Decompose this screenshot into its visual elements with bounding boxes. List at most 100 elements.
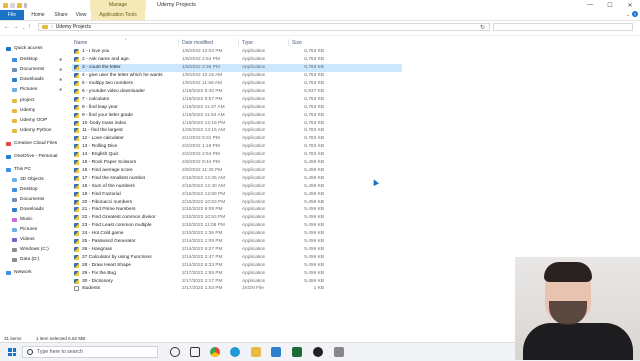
windows-start-icon[interactable] [8,348,16,356]
file-row[interactable]: 8 - find leap year 1/19/2022 11:37 AM Appl… [72,103,402,111]
file-row[interactable]: 26 - Hangman 2/14/2022 5:27 PM Application… [72,246,402,254]
nav-item[interactable]: Desktop [12,185,38,194]
file-row[interactable]: 12 - Love calculator 2/1/2022 9:31 PM Appl… [72,135,402,143]
file-row[interactable]: 2 - Ask name and age. 1/8/2022 2:54 PM App… [72,56,402,64]
nav-item[interactable]: Network [6,268,32,277]
column-size-header[interactable]: Size [292,38,302,47]
nav-item-label: Documents [20,67,45,72]
file-row[interactable]: 22 - Find Greatest common divisor 2/10/20… [72,214,402,222]
explorer-icon[interactable] [3,2,8,8]
obs-icon[interactable] [313,347,323,357]
nav-item[interactable]: Desktop [12,55,38,64]
new-folder-icon[interactable] [17,2,22,8]
store-icon[interactable] [271,347,281,357]
file-row[interactable]: 30 - Dictionary 2/17/2022 2:17 PM Applicat… [72,277,402,285]
nav-item[interactable]: project [12,96,34,105]
column-type-header[interactable]: Type [242,38,253,47]
file-row[interactable]: 16 - Find average score 2/9/2022 11:25 PM… [72,167,402,175]
pin-icon[interactable]: ✱ [59,87,62,92]
nav-item[interactable]: This PC [6,165,31,174]
manage-context-tab[interactable]: Manage [90,0,146,10]
minimize-button[interactable]: — [580,0,600,10]
column-date-header[interactable]: Date modified [182,38,213,47]
file-row[interactable]: 14 - English Quiz 2/2/2022 2:54 PM Applica… [72,151,402,159]
nav-item[interactable]: Quick access [6,44,43,53]
dropdown-icon[interactable] [24,2,27,8]
nav-item[interactable]: Udemy Python [12,126,51,135]
tab-view[interactable]: View [72,10,90,20]
tab-home[interactable]: Home [26,10,50,20]
nav-item[interactable]: Documents [12,65,44,74]
pin-icon[interactable]: ✱ [59,57,62,62]
forward-button[interactable]: → [13,24,19,30]
search-input[interactable] [493,23,633,31]
nav-item[interactable]: Pictures [12,225,37,234]
file-row[interactable]: 9 - find your letter grade 1/19/2022 11:5… [72,111,402,119]
nav-item[interactable]: Downloads [12,75,44,84]
file-row[interactable]: 13 - Rolling Dice 2/2/2022 1:16 PM Applica… [72,143,402,151]
recent-locations-icon[interactable]: ⌄ [22,25,25,30]
nav-item[interactable]: Documents [12,195,44,204]
file-row[interactable]: 1 - I love you 1/8/2022 12:03 PM Applicati… [72,48,402,56]
file-row[interactable]: 18 - Sum of the numbers 2/10/2022 12:40 A… [72,182,402,190]
file-row[interactable]: 25 - Password Generator 2/14/2022 1:09 PM… [72,238,402,246]
maximize-button[interactable]: ☐ [600,0,620,10]
file-row[interactable]: 11 - find the largest 1/20/2022 12:15 AM A… [72,127,402,135]
breadcrumb-udemy-projects[interactable]: Udemy Projects [56,24,91,30]
nav-item[interactable]: Music [12,215,33,224]
file-explorer-icon[interactable] [251,347,261,357]
file-row[interactable]: 10 -body mass index 1/19/2022 12:19 PM App… [72,119,402,127]
close-button[interactable]: ✕ [620,0,640,10]
app-icon[interactable] [334,347,344,357]
file-row[interactable]: 6 - youtube video downloader 1/18/2022 8:… [72,88,402,96]
back-button[interactable]: ← [4,24,10,30]
file-row[interactable]: 29 - Fix the Bug 2/17/2022 1:59 PM Applica… [72,269,402,277]
refresh-button[interactable]: ↻ [480,24,485,31]
file-row[interactable]: 27 Calculator by using Functions 2/14/202… [72,253,402,261]
file-row[interactable]: 3 - count the letter 1/8/2022 3:35 PM Appl… [72,63,402,72]
file-name-cell: 12 - Love calculator [74,135,124,143]
nav-item[interactable]: Videos [12,235,35,244]
expand-ribbon-icon[interactable]: ⌄ [626,12,630,18]
pin-icon[interactable]: ✱ [59,77,62,82]
file-row[interactable]: 24 - Hot Cold game 2/10/2022 1:36 PM Appli… [72,230,402,238]
file-row[interactable]: 20 - Fibonacci numbers 2/10/2022 10:53 PM… [72,198,402,206]
help-icon[interactable]: ? [632,11,638,17]
column-divider[interactable] [238,39,239,46]
file-row[interactable]: 5 - multipy two numbers 1/9/2022 11:59 AM… [72,80,402,88]
chrome-icon[interactable] [210,347,220,357]
column-name-header[interactable]: Name [74,38,87,47]
file-row[interactable]: 23 - Find Least common multiple 2/10/2022… [72,222,402,230]
nav-item[interactable]: Downloads [12,205,44,214]
column-divider[interactable] [178,39,179,46]
pin-icon[interactable]: ✱ [59,67,62,72]
nav-item[interactable]: Udemy OOP [12,116,47,125]
nav-item[interactable]: Windows (C:) [12,245,49,254]
nav-item[interactable]: Pictures [12,85,37,94]
up-button[interactable]: ↑ [28,24,31,30]
tab-share[interactable]: Share [50,10,72,20]
nav-item[interactable]: OneDrive - Personal [6,152,57,161]
cortana-icon[interactable] [170,347,180,357]
file-row[interactable]: 15 - Rock Paper Scissors 2/9/2022 9:44 PM… [72,159,402,167]
nav-item[interactable]: Data (D:) [12,255,39,264]
file-row[interactable]: 4 - give user the letter which he wants 1… [72,72,402,80]
address-bar[interactable]: › Udemy Projects [38,23,490,31]
tab-file[interactable]: File [0,10,24,20]
nav-item[interactable]: Udemy [12,106,35,115]
properties-icon[interactable] [10,2,15,8]
pycharm-icon[interactable] [292,347,302,357]
file-row[interactable]: 19 - Find Factorial 2/10/2022 12:59 PM App… [72,190,402,198]
file-row[interactable]: 21 - Find Prime Numbers 2/10/2022 9:09 PM… [72,206,402,214]
task-view-icon[interactable] [190,347,200,357]
column-divider[interactable] [288,39,289,46]
nav-item[interactable]: Creative Cloud Files [6,139,57,148]
nav-item[interactable]: 3D Objects [12,175,44,184]
file-row[interactable]: 7 - calculator 1/18/2022 9:57 PM Applicati… [72,95,402,103]
file-row[interactable]: 28 - Draw Heart Shape 2/14/2022 5:33 PM Ap… [72,261,402,269]
file-row[interactable]: students 2/17/2022 1:53 PM JSON File 1 KB [72,285,402,293]
taskbar-search-input[interactable]: Type here to search [22,346,158,358]
file-row[interactable]: 17 - Find the smallest number 2/10/2022 1… [72,174,402,182]
tab-application-tools[interactable]: Application Tools [91,10,145,20]
edge-icon[interactable] [230,347,240,357]
